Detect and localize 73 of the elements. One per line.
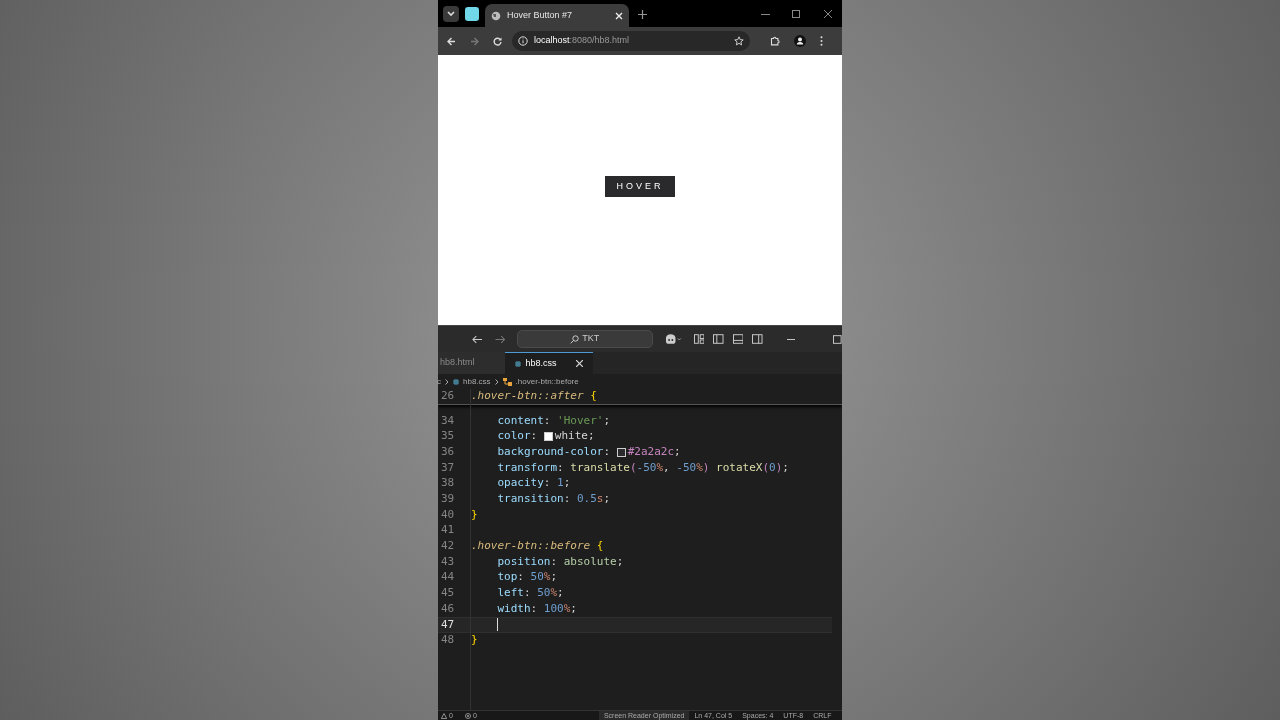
sidebar-icon[interactable] — [713, 334, 724, 344]
app-icon[interactable] — [465, 7, 479, 21]
back-icon[interactable] — [472, 334, 483, 344]
globe-icon — [491, 10, 501, 21]
editor-tab[interactable]: hb8.html — [438, 352, 505, 374]
line-number: 48 — [440, 632, 456, 649]
code-line: background-color: #2a2a2c; — [496, 443, 681, 460]
code-line: opacity: 1; — [496, 475, 571, 492]
reload-icon[interactable] — [493, 36, 502, 46]
line-number: 36 — [440, 443, 456, 460]
text-cursor — [497, 618, 498, 632]
line-number: 40 — [440, 506, 456, 523]
url-text: localhost:8080/hb8.html — [534, 34, 631, 48]
hover-button[interactable]: HOVER — [605, 176, 675, 197]
command-search-field[interactable]: TKT — [517, 330, 653, 348]
code-line: transition: 0.5s; — [496, 491, 611, 508]
line-number: 34 — [440, 412, 456, 429]
chevron-icon — [494, 378, 499, 385]
maximize-icon[interactable] — [833, 334, 842, 344]
line-number: 41 — [440, 522, 456, 539]
warning-icon — [441, 713, 447, 719]
line-number: 26 — [440, 389, 456, 405]
line-number: 39 — [440, 491, 456, 508]
copilot-icon[interactable] — [664, 334, 682, 344]
forward-icon[interactable] — [470, 36, 479, 46]
tab-list-button[interactable] — [443, 6, 459, 22]
error-icon — [464, 713, 471, 719]
browser-tab[interactable]: Hover Button #7 — [485, 4, 629, 27]
search-text: TKT — [582, 332, 600, 346]
line-number: 44 — [440, 569, 456, 586]
code-line: position: absolute; — [496, 553, 624, 570]
address-bar[interactable]: localhost:8080/hb8.html — [512, 31, 750, 51]
line-number: 46 — [440, 600, 456, 617]
code-line: color: white; — [496, 428, 595, 445]
minimize-icon[interactable] — [786, 338, 796, 340]
chevron-icon — [445, 378, 449, 385]
info-icon[interactable] — [518, 36, 528, 46]
editor-tab[interactable]: hb8.css — [504, 352, 593, 374]
panel-icon[interactable] — [732, 334, 744, 344]
code-line: top: 50%; — [496, 569, 558, 586]
code-line: .hover-btn::before { — [470, 538, 604, 555]
breadcrumb-item[interactable]: hb8.css — [463, 375, 491, 388]
forward-icon[interactable] — [494, 334, 505, 344]
line-number: 35 — [440, 428, 456, 445]
maximize-icon[interactable] — [792, 10, 800, 18]
puzzle-icon[interactable] — [770, 36, 780, 46]
breadcrumb-item[interactable]: .hover-btn::before — [515, 375, 579, 388]
code-line: transform: translate(-50%, -50%) rotateX(0); — [496, 459, 789, 476]
chevron-down-icon — [447, 11, 455, 17]
line-number: 45 — [440, 585, 456, 602]
line-number: 43 — [440, 553, 456, 570]
code-line: } — [470, 632, 478, 649]
back-icon[interactable] — [447, 36, 456, 46]
code-line: width: 100%; — [496, 600, 577, 617]
menu-icon[interactable] — [820, 36, 823, 46]
symbol-icon — [502, 377, 512, 386]
code-line: .hover-btn::after { — [470, 389, 597, 405]
code-line: content: 'Hover'; — [496, 412, 611, 429]
code-line: left: 50%; — [496, 585, 564, 602]
tab-title: Hover Button #7 — [507, 8, 574, 22]
line-number: 38 — [440, 475, 456, 492]
profile-icon[interactable] — [794, 35, 806, 47]
star-icon[interactable] — [734, 36, 744, 46]
search-icon — [570, 334, 580, 344]
secondary-sidebar-icon[interactable] — [752, 334, 763, 344]
line-number: 37 — [440, 459, 456, 476]
line-number: 47 — [440, 616, 456, 633]
close-icon[interactable] — [824, 10, 832, 18]
line-number: 42 — [440, 538, 456, 555]
code-line: } — [470, 506, 478, 523]
breadcrumb-item[interactable]: c — [437, 375, 441, 388]
layout-icon[interactable] — [693, 334, 705, 344]
new-tab-icon[interactable] — [638, 10, 647, 19]
